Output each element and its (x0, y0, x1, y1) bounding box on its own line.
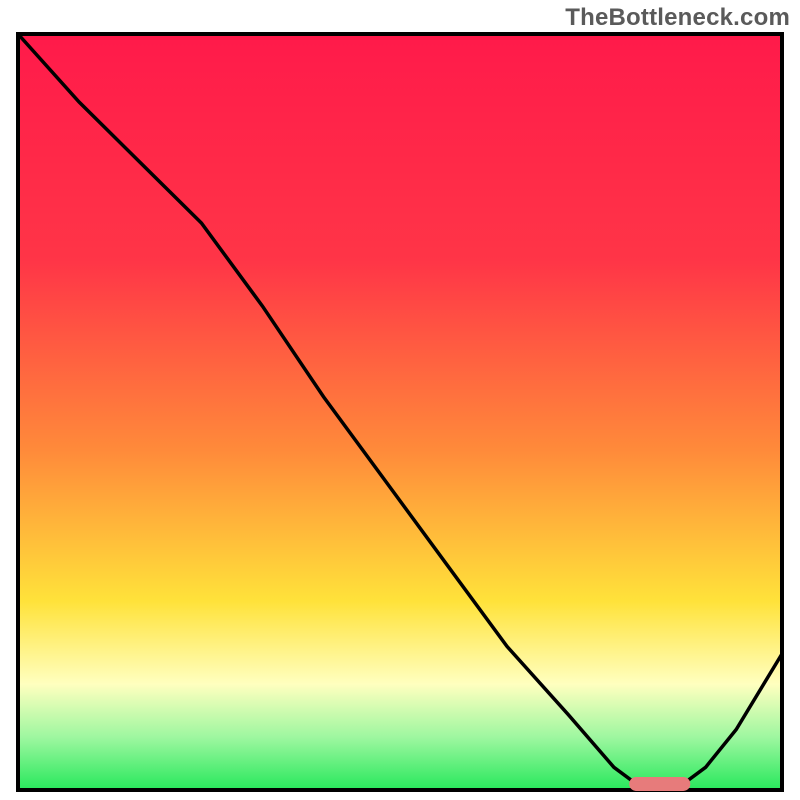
optimum-marker (629, 777, 690, 791)
bottleneck-chart (0, 0, 800, 800)
gradient-background (18, 34, 782, 790)
chart-container: TheBottleneck.com (0, 0, 800, 800)
watermark-text: TheBottleneck.com (565, 4, 790, 32)
plot-area (18, 34, 782, 791)
